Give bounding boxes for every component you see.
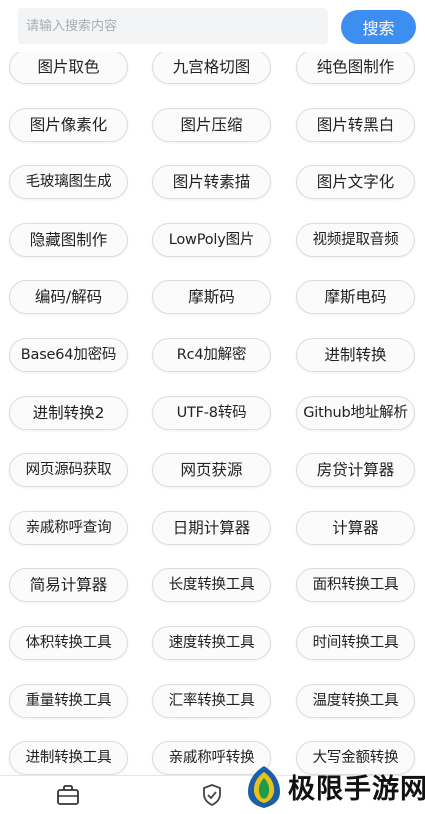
tool-button[interactable]: 速度转换工具 [152,626,271,660]
tool-button[interactable]: Rc4加解密 [152,338,271,372]
tool-button[interactable]: LowPoly图片 [152,223,271,257]
tool-button[interactable]: 图片取色 [9,50,128,84]
tool-button[interactable]: 九宫格切图 [152,50,271,84]
tool-button[interactable]: 图片转黑白 [296,108,415,142]
watermark: 极限手游网 [242,762,425,810]
tool-button[interactable]: 时间转换工具 [296,626,415,660]
tool-grid: 图片取色 九宫格切图 纯色图制作图片像素化 图片压缩 图片转黑白毛玻璃图生成 图片转素描图… [0,0,425,810]
tool-button[interactable]: 网页获源 [152,453,271,487]
tool-button[interactable]: 进制转换 [296,338,415,372]
tool-button[interactable]: 简易计算器 [9,568,128,602]
tool-button[interactable]: 长度转换工具 [152,568,271,602]
search-button[interactable]: 搜索 [341,10,416,44]
tool-button[interactable]: 摩斯电码 [296,280,415,314]
tool-button[interactable]: 房贷计算器 [296,453,415,487]
tool-button[interactable]: 面积转换工具 [296,568,415,602]
tool-button[interactable]: Github地址解析 [296,396,415,430]
tool-button[interactable]: 亲戚称呼查询 [9,511,128,545]
tool-button[interactable]: 计算器 [296,511,415,545]
briefcase-icon[interactable] [56,784,80,810]
watermark-logo-icon [242,762,286,810]
search-bar: 搜索 [0,0,425,52]
search-input[interactable] [18,8,328,44]
tool-button[interactable]: 汇率转换工具 [152,684,271,718]
tool-button[interactable]: 图片转素描 [152,165,271,199]
tool-button[interactable]: 图片文字化 [296,165,415,199]
tool-button[interactable]: 隐藏图制作 [9,223,128,257]
tool-button[interactable]: 重量转换工具 [9,684,128,718]
tool-button[interactable]: 网页源码获取 [9,453,128,487]
tool-button[interactable]: UTF-8转码 [152,396,271,430]
tool-button[interactable]: 图片像素化 [9,108,128,142]
tool-button[interactable]: 温度转换工具 [296,684,415,718]
tool-button[interactable]: 进制转换2 [9,396,128,430]
tool-button[interactable]: 毛玻璃图生成 [9,165,128,199]
watermark-text: 极限手游网 [288,774,425,805]
tool-button[interactable]: 图片压缩 [152,108,271,142]
tool-button[interactable]: 纯色图制作 [296,50,415,84]
shield-check-icon[interactable] [201,783,223,811]
tool-button[interactable]: Base64加密码 [9,338,128,372]
tool-button[interactable]: 日期计算器 [152,511,271,545]
tool-button[interactable]: 体积转换工具 [9,626,128,660]
tool-button[interactable]: 摩斯码 [152,280,271,314]
tool-button[interactable]: 视频提取音频 [296,223,415,257]
tool-button[interactable]: 进制转换工具 [9,741,128,775]
tool-button[interactable]: 编码/解码 [9,280,128,314]
